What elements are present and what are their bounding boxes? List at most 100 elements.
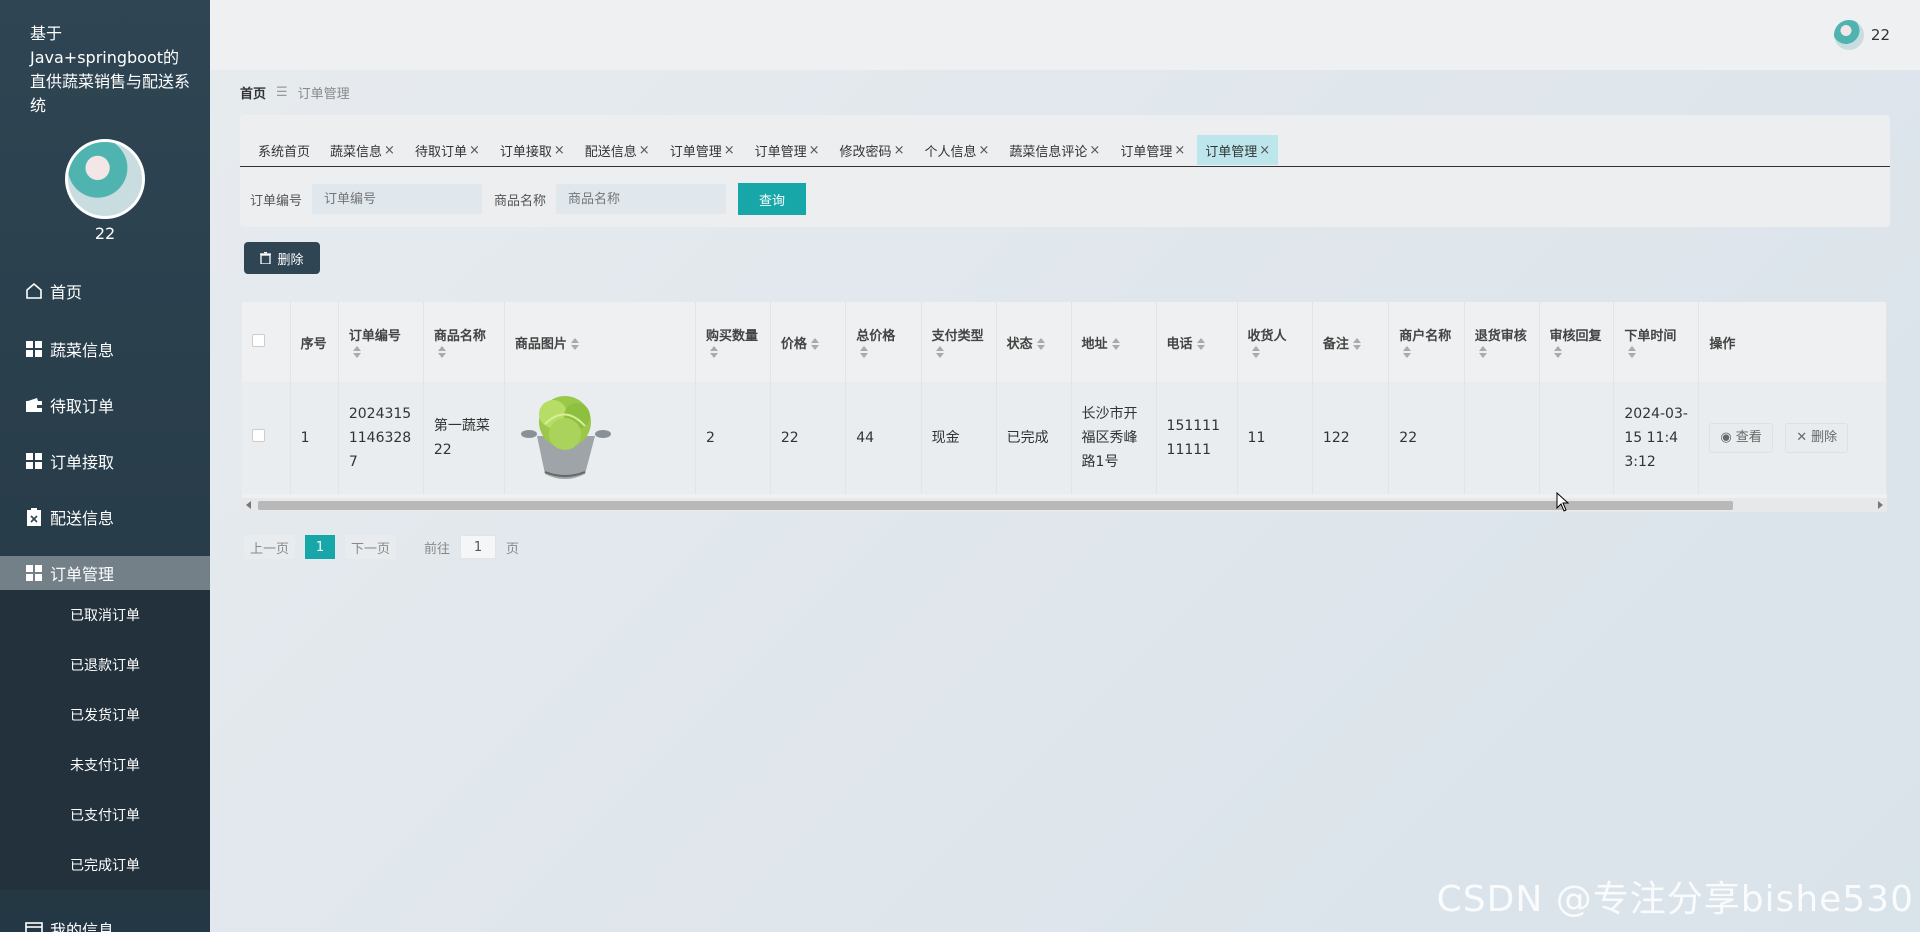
scroll-left-icon[interactable] (246, 501, 251, 509)
top-avatar[interactable] (1834, 20, 1864, 50)
sidebar-avatar[interactable] (65, 139, 145, 219)
tab-personal-info[interactable]: 个人信息 × (916, 135, 997, 165)
breadcrumb: 首页 ☰ 订单管理 (240, 83, 350, 102)
tab-order-management-active[interactable]: 订单管理 × (1197, 135, 1279, 165)
submenu-item-cancelled[interactable]: 已取消订单 (0, 595, 210, 635)
col-header[interactable]: 总价格 (845, 302, 922, 382)
col-header[interactable]: 支付类型 (921, 302, 997, 382)
close-icon[interactable]: × (469, 143, 480, 158)
tab-vegetable-info[interactable]: 蔬菜信息 × (322, 135, 403, 165)
order-table: 序号 订单编号 商品名称 商品图片 购买数量 价格 总价格 支付类型 状态 地址… (242, 302, 1887, 512)
sort-icon[interactable] (352, 345, 361, 358)
submenu-item-refunded[interactable]: 已退款订单 (0, 645, 210, 685)
col-header[interactable]: 价格 (770, 302, 847, 382)
col-header[interactable]: 购买数量 (695, 302, 771, 382)
col-header[interactable]: 审核回复 (1539, 302, 1615, 382)
col-header[interactable]: 电话 (1156, 302, 1238, 382)
tab-order-management-1[interactable]: 订单管理 × (662, 135, 743, 165)
select-all-checkbox[interactable] (252, 333, 265, 347)
tab-pending-orders[interactable]: 待取订单 × (407, 135, 488, 165)
prev-page-button[interactable]: 上一页 (244, 535, 296, 559)
view-button[interactable]: ◉ 查看 (1709, 423, 1773, 453)
sort-icon[interactable] (1251, 345, 1260, 358)
top-username[interactable]: 22 (1871, 26, 1890, 44)
close-icon[interactable]: × (724, 143, 735, 158)
col-header[interactable]: 退货审核 (1464, 302, 1540, 382)
col-label: 订单编号 (348, 329, 401, 344)
sort-icon[interactable] (1628, 345, 1637, 358)
col-label: 商品名称 (433, 329, 486, 344)
page-number-current[interactable]: 1 (305, 535, 336, 559)
horizontal-scrollbar[interactable] (242, 498, 1887, 512)
goto-page-input[interactable]: 1 (460, 535, 497, 559)
close-icon[interactable]: × (894, 143, 905, 158)
sidebar-item-my-info[interactable]: 我的信息 (0, 912, 210, 932)
sidebar-item-order-management[interactable]: 订单管理 (0, 556, 210, 590)
sort-icon[interactable] (437, 345, 446, 358)
col-header[interactable]: 状态 (996, 302, 1072, 382)
sort-icon[interactable] (935, 345, 944, 358)
tab-change-password[interactable]: 修改密码 × (832, 135, 913, 165)
submenu-item-completed[interactable]: 已完成订单 (0, 845, 210, 885)
close-icon[interactable]: × (978, 143, 989, 158)
row-delete-button[interactable]: ✕ 删除 (1785, 423, 1849, 453)
tab-order-management-3[interactable]: 订单管理 × (1112, 135, 1193, 165)
delete-button[interactable]: 删除 (244, 242, 320, 274)
breadcrumb-home[interactable]: 首页 (240, 83, 266, 102)
col-header[interactable]: 商户名称 (1388, 302, 1465, 382)
sort-icon[interactable] (710, 345, 718, 358)
close-icon[interactable]: × (809, 143, 820, 158)
sort-icon[interactable] (570, 338, 579, 350)
submenu-item-unpaid[interactable]: 未支付订单 (0, 745, 210, 785)
close-icon[interactable]: × (554, 143, 565, 158)
close-icon[interactable]: × (1259, 143, 1270, 158)
col-header[interactable]: 地址 (1071, 302, 1157, 382)
col-header[interactable]: 收货人 (1237, 302, 1313, 382)
col-header[interactable]: 订单编号 (338, 302, 424, 382)
tab-system-home[interactable]: 系统首页 (250, 135, 318, 165)
sidebar-item-pending-orders[interactable]: 待取订单 (0, 388, 210, 422)
close-icon[interactable]: × (1089, 143, 1100, 158)
sort-icon[interactable] (1196, 338, 1205, 350)
product-name-input[interactable] (556, 184, 727, 214)
sort-icon[interactable] (1111, 338, 1120, 350)
sort-icon[interactable] (810, 338, 819, 350)
close-icon[interactable]: × (384, 143, 395, 158)
next-page-button[interactable]: 下一页 (345, 535, 397, 559)
tab-vegetable-comments[interactable]: 蔬菜信息评论 × (1001, 135, 1108, 165)
query-button[interactable]: 查询 (738, 183, 807, 215)
sidebar-item-order-pickup[interactable]: 订单接取 (0, 444, 210, 478)
sort-icon[interactable] (1352, 338, 1361, 350)
lettuce-image[interactable] (515, 384, 615, 484)
submenu-item-paid[interactable]: 已支付订单 (0, 795, 210, 835)
table-row[interactable]: 1 20243151146328 7 第一蔬菜22 2 22 44 现金 已完成… (242, 382, 1887, 494)
col-label: 商户名称 (1399, 329, 1452, 344)
close-icon[interactable]: × (639, 143, 650, 158)
sort-icon[interactable] (1036, 338, 1045, 350)
sidebar-item-vegetable-info[interactable]: 蔬菜信息 (0, 332, 210, 366)
sort-icon[interactable] (1478, 345, 1487, 358)
sidebar-item-label: 订单接取 (50, 453, 115, 472)
order-no-input[interactable] (312, 184, 483, 214)
col-header[interactable]: 下单时间 (1613, 302, 1700, 382)
scroll-right-icon[interactable] (1878, 501, 1883, 509)
col-header[interactable]: 商品图片 (504, 302, 697, 382)
close-icon[interactable]: × (1174, 143, 1185, 158)
sort-icon[interactable] (1553, 345, 1562, 358)
row-checkbox[interactable] (252, 429, 265, 442)
sort-icon[interactable] (1403, 345, 1412, 358)
sort-icon[interactable] (860, 345, 869, 358)
tab-order-management-2[interactable]: 订单管理 × (747, 135, 828, 165)
sidebar-item-home[interactable]: 首页 (0, 274, 210, 308)
cell-quantity: 2 (695, 382, 771, 494)
scroll-thumb[interactable] (258, 501, 1733, 510)
tab-delivery-info[interactable]: 配送信息 × (577, 135, 658, 165)
sidebar-item-delivery-info[interactable]: 配送信息 (0, 500, 210, 534)
select-all-header (242, 302, 291, 382)
tab-order-pickup[interactable]: 订单接取 × (492, 135, 573, 165)
col-label: 下单时间 (1624, 329, 1677, 344)
col-header[interactable]: 备注 (1312, 302, 1390, 382)
col-header[interactable]: 商品名称 (423, 302, 505, 382)
sidebar-item-label: 订单管理 (50, 565, 115, 584)
submenu-item-shipped[interactable]: 已发货订单 (0, 695, 210, 735)
